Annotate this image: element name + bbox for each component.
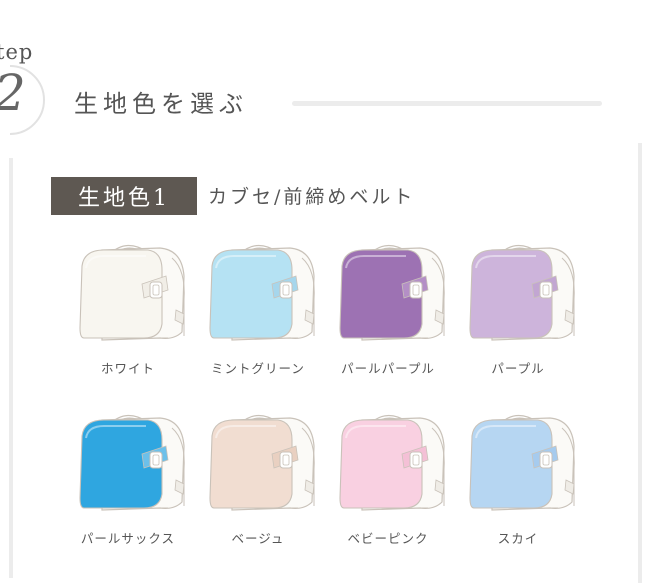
backpack-icon bbox=[469, 244, 575, 341]
backpack-icon bbox=[339, 414, 445, 511]
color-swatch-white[interactable]: ホワイト bbox=[64, 240, 192, 400]
backpack-icon bbox=[209, 414, 315, 511]
section-description: カブセ/前締めベルト bbox=[208, 186, 416, 208]
backpack-icon bbox=[339, 244, 445, 341]
color-label: パールパープル bbox=[341, 361, 435, 376]
step-title: 生地色を選ぶ bbox=[74, 90, 248, 118]
color-label: ホワイト bbox=[100, 361, 155, 376]
section-badge: 生地色1 bbox=[51, 177, 197, 215]
color-label: パールサックス bbox=[80, 531, 176, 546]
color-label: スカイ bbox=[497, 531, 539, 546]
backpack-icon bbox=[79, 244, 185, 341]
color-label: ベージュ bbox=[231, 531, 285, 546]
color-swatch-pearl-sax[interactable]: パールサックス bbox=[64, 410, 192, 570]
backpack-icon bbox=[79, 414, 185, 511]
step-divider bbox=[292, 101, 602, 106]
color-swatch-sky[interactable]: スカイ bbox=[454, 410, 582, 570]
color-label: ミントグリーン bbox=[211, 361, 305, 376]
color-swatch-mint-green[interactable]: ミントグリーン bbox=[194, 240, 322, 400]
backpack-icon bbox=[209, 244, 315, 341]
panel-border-left bbox=[9, 158, 13, 578]
color-label: ベビーピンク bbox=[347, 531, 429, 546]
color-swatch-purple[interactable]: パープル bbox=[454, 240, 582, 400]
backpack-icon bbox=[469, 414, 575, 511]
color-swatch-baby-pink[interactable]: ベビーピンク bbox=[324, 410, 452, 570]
panel-border-right bbox=[638, 143, 642, 583]
step-number: 2 bbox=[0, 68, 26, 118]
color-swatch-beige[interactable]: ベージュ bbox=[194, 410, 322, 570]
step-label: tep bbox=[0, 40, 34, 64]
color-swatch-pearl-purple[interactable]: パールパープル bbox=[324, 240, 452, 400]
color-label: パープル bbox=[491, 361, 545, 376]
